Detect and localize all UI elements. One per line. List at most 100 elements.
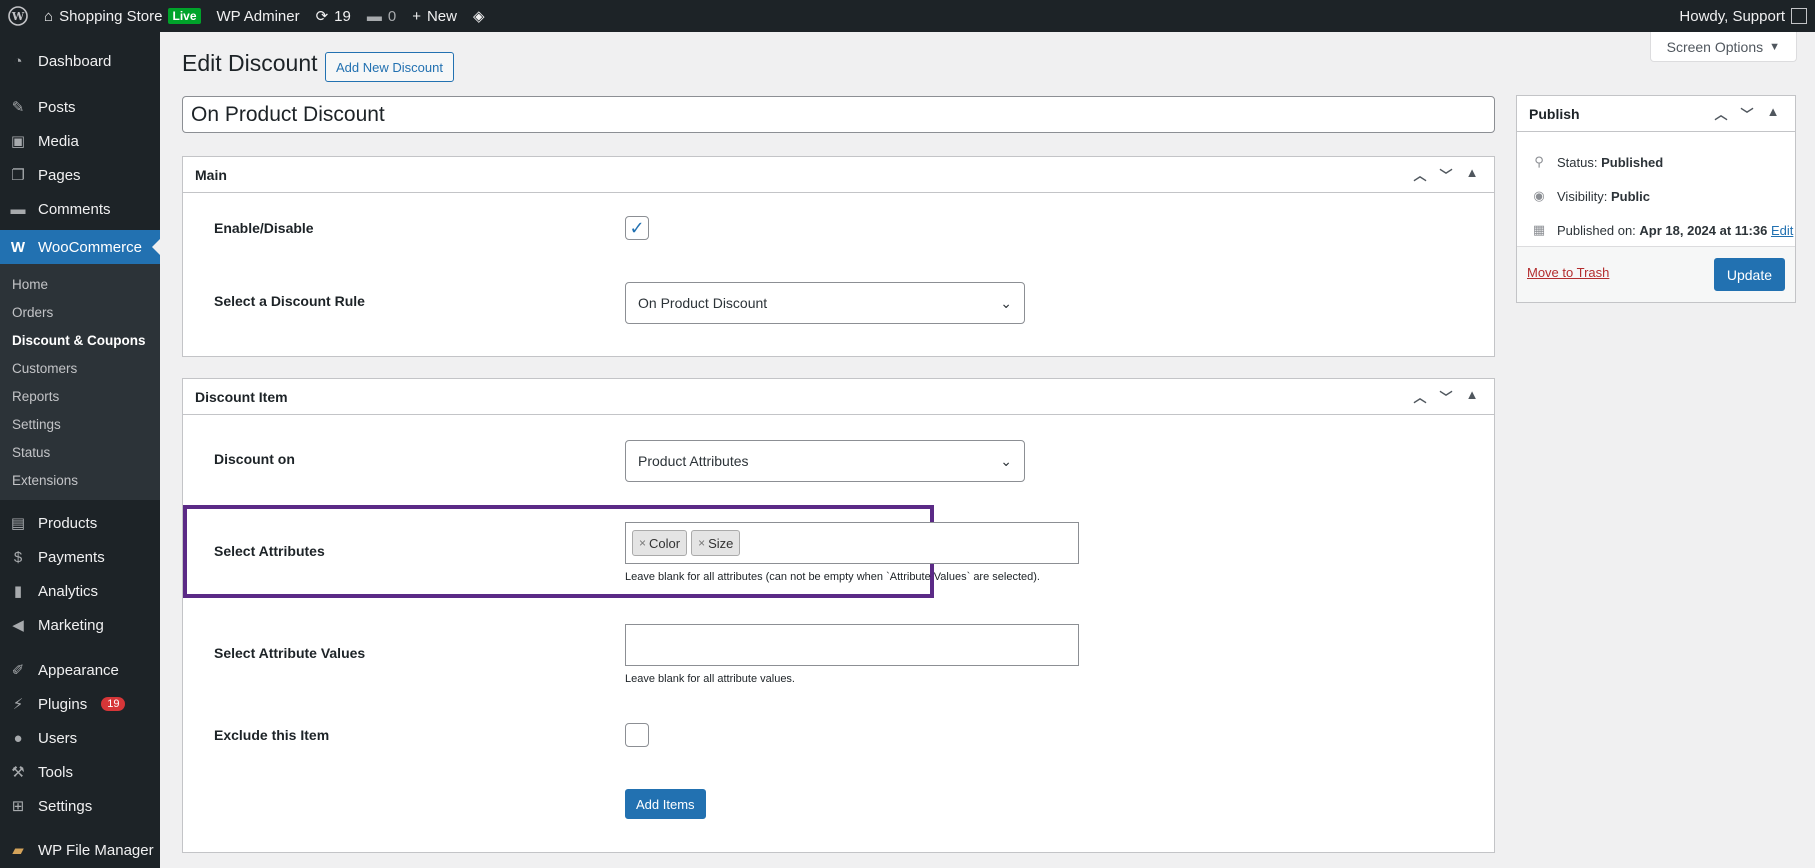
sidebar-item-pages[interactable]: ❐ Pages xyxy=(0,158,160,192)
submenu-item-reports[interactable]: Reports xyxy=(0,382,160,410)
sidebar-item-dashboard[interactable]: ◔ Dashboard xyxy=(0,44,160,78)
move-down-icon[interactable]: ﹀ xyxy=(1436,165,1456,184)
toggle-panel-icon[interactable]: ▲ xyxy=(1462,165,1482,184)
sidebar-item-products[interactable]: ▤ Products xyxy=(0,506,160,540)
sidebar-item-posts[interactable]: ✎ Posts xyxy=(0,90,160,124)
move-up-icon[interactable]: ︿ xyxy=(1410,165,1430,184)
exclude-item-checkbox[interactable] xyxy=(625,723,649,747)
sidebar-item-label: Payments xyxy=(38,548,105,566)
remove-icon[interactable]: × xyxy=(639,536,646,550)
select-attributes-input[interactable]: × Color × Size xyxy=(625,522,1079,564)
sidebar-item-label: WooCommerce xyxy=(38,238,142,256)
discount-rule-select[interactable]: On Product Discount ⌄ xyxy=(625,282,1025,324)
wordpress-logo-icon[interactable]: W xyxy=(0,0,36,32)
admin-bar: W ⌂ Shopping Store Live WP Adminer ⟳ 19 … xyxy=(0,0,1815,32)
sidebar-item-label: Dashboard xyxy=(38,52,112,70)
attribute-chip[interactable]: × Color xyxy=(632,530,688,556)
submenu-item-orders[interactable]: Orders xyxy=(0,298,160,326)
sidebar-item-label: Plugins xyxy=(38,695,88,713)
submenu-item-customers[interactable]: Customers xyxy=(0,354,160,382)
diamond-icon[interactable]: ◈ xyxy=(465,0,493,32)
submenu-item-home[interactable]: Home xyxy=(0,270,160,298)
move-to-trash-link[interactable]: Move to Trash xyxy=(1527,265,1609,280)
plus-icon: + xyxy=(412,7,421,25)
dashboard-icon: ◔ xyxy=(13,52,23,70)
sidebar-item-label: Posts xyxy=(38,98,76,116)
user-account-link[interactable]: Howdy, Support xyxy=(1671,0,1815,32)
status-label: Status: xyxy=(1557,154,1598,170)
appearance-icon: ✐ xyxy=(11,662,25,679)
sidebar-item-comments[interactable]: ▬ Comments xyxy=(0,192,160,226)
sidebar-item-payments[interactable]: $ Payments xyxy=(0,540,160,574)
select-value: On Product Discount xyxy=(638,295,768,311)
screen-options-button[interactable]: Screen Options ▼ xyxy=(1649,32,1797,62)
move-up-icon[interactable]: ︿ xyxy=(1410,387,1430,406)
toggle-panel-icon[interactable]: ▲ xyxy=(1763,104,1783,123)
sidebar-item-users[interactable]: ● Users xyxy=(0,721,160,755)
discount-item-postbox-header: Discount Item ︿ ﹀ ▲ xyxy=(183,379,1494,415)
move-down-icon[interactable]: ﹀ xyxy=(1737,104,1757,123)
site-name-link[interactable]: ⌂ Shopping Store Live xyxy=(36,0,209,32)
sidebar-item-woocommerce[interactable]: W WooCommerce xyxy=(0,230,160,264)
move-down-icon[interactable]: ﹀ xyxy=(1436,387,1456,406)
new-content-link[interactable]: + New xyxy=(404,0,465,32)
enable-disable-label: Enable/Disable xyxy=(214,220,314,236)
svg-text:W: W xyxy=(11,10,25,23)
payments-icon: $ xyxy=(13,548,23,566)
calendar-icon: ▦ xyxy=(1532,222,1546,237)
discount-rule-label: Select a Discount Rule xyxy=(214,293,365,309)
sidebar-item-tools[interactable]: ⚒ Tools xyxy=(0,755,160,789)
add-items-button[interactable]: Add Items xyxy=(625,789,706,819)
comments-icon: ▬ xyxy=(366,7,382,25)
toggle-panel-icon[interactable]: ▲ xyxy=(1462,387,1482,406)
status-row: ⚲ Status: Published xyxy=(1529,154,1663,170)
eye-icon: ◉ xyxy=(1533,188,1545,203)
edit-date-link[interactable]: Edit xyxy=(1771,223,1793,238)
attribute-chip[interactable]: × Size xyxy=(691,530,741,556)
chevron-down-icon: ⌄ xyxy=(1000,452,1012,469)
select-attribute-values-input[interactable] xyxy=(625,624,1079,666)
sidebar-item-label: Products xyxy=(38,514,98,532)
sidebar-item-label: Marketing xyxy=(38,616,104,634)
postbox-title: Main xyxy=(195,166,227,183)
sidebar-item-label: WP File Manager xyxy=(38,841,154,859)
publish-box-header: Publish ︿ ﹀ ▲ xyxy=(1517,96,1795,132)
analytics-icon: ▮ xyxy=(13,583,23,600)
select-attribute-values-hint: Leave blank for all attribute values. xyxy=(625,673,795,685)
discount-title-input[interactable]: On Product Discount xyxy=(182,96,1495,133)
enable-disable-checkbox[interactable]: ✓ xyxy=(625,216,649,240)
submenu-item-status[interactable]: Status xyxy=(0,438,160,466)
avatar xyxy=(1791,8,1807,24)
folder-icon: ▰ xyxy=(12,842,24,859)
chip-label: Color xyxy=(649,535,681,551)
caret-down-icon: ▼ xyxy=(1769,40,1780,53)
sidebar-item-plugins[interactable]: ⚡ Plugins 19 xyxy=(0,687,160,721)
submenu-item-discount-coupons[interactable]: Discount & Coupons xyxy=(0,326,160,354)
sidebar-item-media[interactable]: ▣ Media xyxy=(0,124,160,158)
remove-icon[interactable]: × xyxy=(698,536,705,550)
sidebar-item-appearance[interactable]: ✐ Appearance xyxy=(0,653,160,687)
add-new-discount-button[interactable]: Add New Discount xyxy=(325,52,454,82)
media-icon: ▣ xyxy=(10,133,26,150)
visibility-value: Public xyxy=(1610,188,1650,204)
discount-on-select[interactable]: Product Attributes ⌄ xyxy=(625,440,1025,482)
pages-icon: ❐ xyxy=(11,167,25,184)
sidebar-item-marketing[interactable]: ◀ Marketing xyxy=(0,608,160,642)
sidebar-item-analytics[interactable]: ▮ Analytics xyxy=(0,574,160,608)
admin-name-link[interactable]: WP Adminer xyxy=(209,0,308,32)
sidebar-item-wp-file-manager[interactable]: ▰ WP File Manager xyxy=(0,833,160,867)
comments-link[interactable]: ▬ 0 xyxy=(359,0,404,32)
chevron-down-icon: ⌄ xyxy=(1000,294,1012,311)
main-content: Screen Options ▼ Edit Discount Add New D… xyxy=(160,32,1815,868)
main-postbox: Main ︿ ﹀ ▲ xyxy=(182,156,1495,357)
woocommerce-icon: W xyxy=(10,238,26,256)
updates-link[interactable]: ⟳ 19 xyxy=(308,0,359,32)
chip-label: Size xyxy=(708,535,734,551)
move-up-icon[interactable]: ︿ xyxy=(1711,104,1731,123)
admin-sidebar: ◔ Dashboard ✎ Posts ▣ Media ❐ Pages ▬ Co… xyxy=(0,32,160,868)
submenu-item-settings[interactable]: Settings xyxy=(0,410,160,438)
update-button[interactable]: Update xyxy=(1713,258,1785,291)
submenu-item-extensions[interactable]: Extensions xyxy=(0,466,160,494)
sidebar-item-settings[interactable]: ⊞ Settings xyxy=(0,789,160,823)
howdy-text: Howdy, Support xyxy=(1679,7,1785,25)
